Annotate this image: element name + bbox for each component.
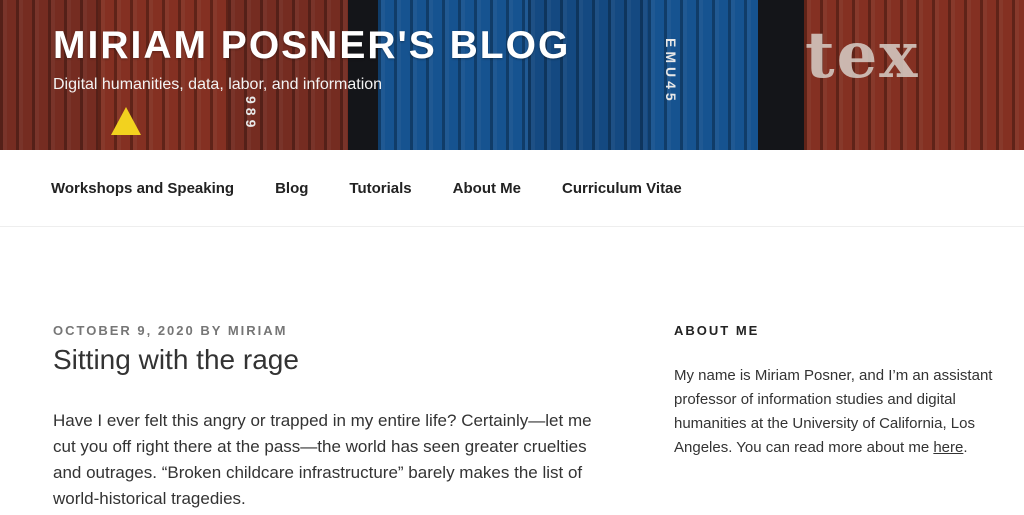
post-date[interactable]: OCTOBER 9, 2020 bbox=[53, 323, 195, 338]
nav-item-blog[interactable]: Blog bbox=[275, 180, 308, 197]
sidebar-about-text: My name is Miriam Posner, and I’m an ass… bbox=[674, 364, 1004, 460]
nav-item-curriculum-vitae[interactable]: Curriculum Vitae bbox=[562, 180, 682, 197]
container-marking: EMU45 bbox=[663, 38, 679, 105]
about-more-link[interactable]: here bbox=[933, 439, 963, 456]
site-description: Digital humanities, data, labor, and inf… bbox=[53, 76, 383, 93]
post-by-label: BY bbox=[200, 323, 223, 338]
post-author[interactable]: MIRIAM bbox=[228, 323, 288, 338]
nav-item-workshops[interactable]: Workshops and Speaking bbox=[51, 180, 234, 197]
site-header: 989 EMU45 tex MIRIAM POSNER'S BLOG Digit… bbox=[0, 0, 1024, 150]
sidebar-widget-title: ABOUT ME bbox=[674, 323, 760, 338]
nav-item-tutorials[interactable]: Tutorials bbox=[349, 180, 411, 197]
post-meta: OCTOBER 9, 2020 BY MIRIAM bbox=[53, 323, 288, 338]
warning-sign-icon bbox=[111, 107, 141, 135]
container-lettering: tex bbox=[805, 18, 920, 93]
main-navigation: Workshops and Speaking Blog Tutorials Ab… bbox=[0, 150, 1024, 227]
post-title[interactable]: Sitting with the rage bbox=[53, 344, 299, 376]
container-marking: 989 bbox=[243, 96, 259, 132]
nav-item-about-me[interactable]: About Me bbox=[453, 180, 521, 197]
post-excerpt: Have I ever felt this angry or trapped i… bbox=[53, 411, 592, 508]
about-text-end: . bbox=[963, 439, 968, 456]
site-title[interactable]: MIRIAM POSNER'S BLOG bbox=[53, 24, 570, 68]
